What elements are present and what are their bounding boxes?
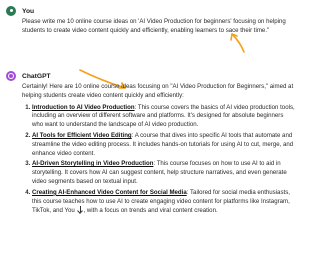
bottom-fade [0,254,300,264]
user-avatar-icon [6,6,16,16]
list-item-title: AI-Driven Storytelling in Video Producti… [32,160,154,168]
list-item: AI-Driven Storytelling in Video Producti… [32,160,296,186]
list-item-title: AI Tools for Efficient Video Editing [32,131,132,139]
list-item-text-tail: , with a focus on trends and viral conte… [83,207,218,215]
arrow-down-icon[interactable] [77,206,84,213]
user-message: You Please write me 10 online course ide… [6,5,296,36]
user-message-header: You [6,5,296,17]
assistant-intro: Certainly! Here are 10 online course ide… [22,83,294,99]
assistant-message-header: ChatGPT [6,70,296,82]
list-item: Introduction to AI Video Production: Thi… [32,104,296,130]
course-idea-list: Introduction to AI Video Production: Thi… [22,104,296,217]
user-name: You [22,7,35,15]
assistant-message: ChatGPT Certainly! Here are 10 online co… [6,70,296,218]
list-item: Creating AI-Enhanced Video Content for S… [32,189,296,216]
assistant-name: ChatGPT [22,72,51,80]
list-item: AI Tools for Efficient Video Editing: A … [32,132,296,158]
list-item-title: Introduction to AI Video Production [32,103,135,111]
user-message-text: Please write me 10 online course ideas o… [22,18,286,34]
assistant-message-body: Certainly! Here are 10 online course ide… [22,83,296,216]
list-item-title: Creating AI-Enhanced Video Content for S… [32,188,187,196]
chatgpt-logo-icon [6,71,16,81]
